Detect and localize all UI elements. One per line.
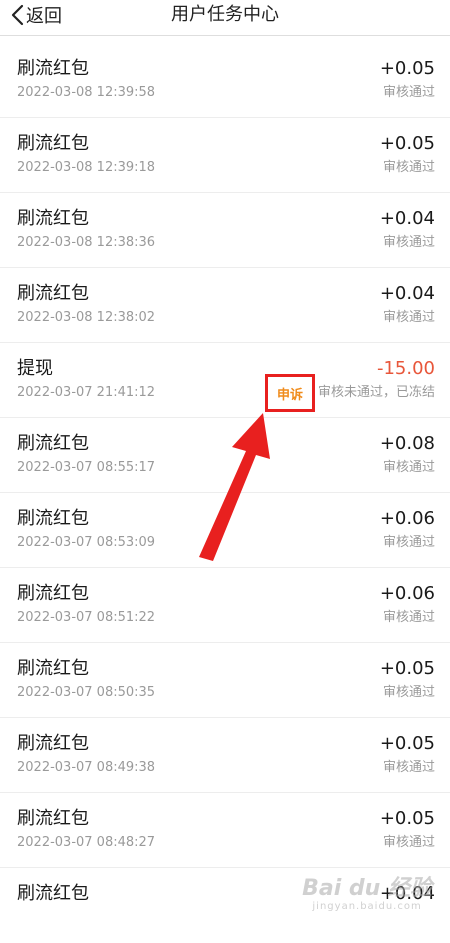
record-amount: -15.00: [376, 358, 435, 379]
record-row[interactable]: 刷流红包 2022-03-08 12:39:58 +0.05 审核通过: [0, 43, 450, 118]
record-row[interactable]: 刷流红包 2022-03-07 08:50:35 +0.05 审核通过: [0, 643, 450, 718]
page-title: 用户任务中心: [171, 4, 279, 25]
record-amount: +0.05: [379, 808, 435, 829]
record-name: 刷流红包: [17, 133, 89, 154]
record-time: 2022-03-07 08:49:38: [17, 760, 156, 775]
record-row[interactable]: 刷流红包 2022-03-07 08:53:09 +0.06 审核通过: [0, 493, 450, 568]
baidu-jingyan-watermark: Bai du 经验 jingyan.baidu.com: [302, 878, 432, 912]
record-name: 刷流红包: [17, 583, 89, 604]
record-name: 刷流红包: [17, 658, 89, 679]
record-name: 刷流红包: [17, 883, 89, 904]
record-name: 刷流红包: [17, 208, 89, 229]
record-status: 审核通过: [382, 235, 435, 250]
record-status: 审核通过: [382, 610, 435, 625]
record-row-withdrawal[interactable]: 提现 2022-03-07 21:41:12 -15.00 申诉 审核未通过，已…: [0, 343, 450, 418]
task-record-list: 刷流红包 2022-03-08 12:39:58 +0.05 审核通过 刷流红包…: [0, 43, 450, 943]
record-row[interactable]: 刷流红包 2022-03-07 08:55:17 +0.08 审核通过: [0, 418, 450, 493]
record-amount: +0.05: [379, 658, 435, 679]
record-time: 2022-03-07 08:53:09: [17, 535, 156, 550]
record-name: 刷流红包: [17, 58, 89, 79]
record-amount: +0.04: [379, 208, 435, 229]
appeal-label: 申诉: [276, 387, 303, 403]
record-row[interactable]: 刷流红包 2022-03-08 12:38:02 +0.04 审核通过: [0, 268, 450, 343]
record-name: 刷流红包: [17, 733, 89, 754]
appeal-button[interactable]: 申诉: [265, 374, 315, 412]
record-status: 审核通过: [382, 760, 435, 775]
record-name: 刷流红包: [17, 283, 89, 304]
record-name: 刷流红包: [17, 808, 89, 829]
record-status: 审核通过: [382, 535, 435, 550]
watermark-main: Bai du 经验: [302, 876, 432, 901]
record-status: 审核未通过，已冻结: [317, 385, 435, 400]
record-name: 刷流红包: [17, 433, 89, 454]
record-row[interactable]: 刷流红包 2022-03-07 08:48:27 +0.05 审核通过: [0, 793, 450, 868]
record-time: 2022-03-07 21:41:12: [17, 385, 156, 400]
record-time: 2022-03-07 08:51:22: [17, 610, 156, 625]
record-amount: +0.08: [379, 433, 435, 454]
record-time: 2022-03-07 08:55:17: [17, 460, 156, 475]
record-row[interactable]: 刷流红包 2022-03-08 12:38:36 +0.04 审核通过: [0, 193, 450, 268]
record-name: 提现: [17, 358, 53, 379]
record-name: 刷流红包: [17, 508, 89, 529]
record-row[interactable]: 刷流红包 2022-03-07 08:49:38 +0.05 审核通过: [0, 718, 450, 793]
record-amount: +0.05: [379, 58, 435, 79]
record-amount: +0.05: [379, 733, 435, 754]
record-time: 2022-03-08 12:39:58: [17, 85, 156, 100]
record-time: 2022-03-08 12:38:02: [17, 310, 156, 325]
record-amount: +0.06: [379, 508, 435, 529]
record-status: 审核通过: [382, 685, 435, 700]
record-amount: +0.05: [379, 133, 435, 154]
record-time: 2022-03-08 12:39:18: [17, 160, 156, 175]
record-time: 2022-03-07 08:50:35: [17, 685, 156, 700]
record-amount: +0.06: [379, 583, 435, 604]
record-status: 审核通过: [382, 835, 435, 850]
record-status: 审核通过: [382, 85, 435, 100]
record-status: 审核通过: [382, 460, 435, 475]
record-time: 2022-03-07 08:48:27: [17, 835, 156, 850]
record-status: 审核通过: [382, 310, 435, 325]
record-row[interactable]: 刷流红包 2022-03-07 08:51:22 +0.06 审核通过: [0, 568, 450, 643]
watermark-sub: jingyan.baidu.com: [312, 901, 422, 912]
top-bar: 返回 用户任务中心: [0, 0, 450, 36]
record-amount: +0.04: [379, 283, 435, 304]
record-row[interactable]: 刷流红包 2022-03-08 12:39:18 +0.05 审核通过: [0, 118, 450, 193]
record-time: 2022-03-08 12:38:36: [17, 235, 156, 250]
record-status: 审核通过: [382, 160, 435, 175]
